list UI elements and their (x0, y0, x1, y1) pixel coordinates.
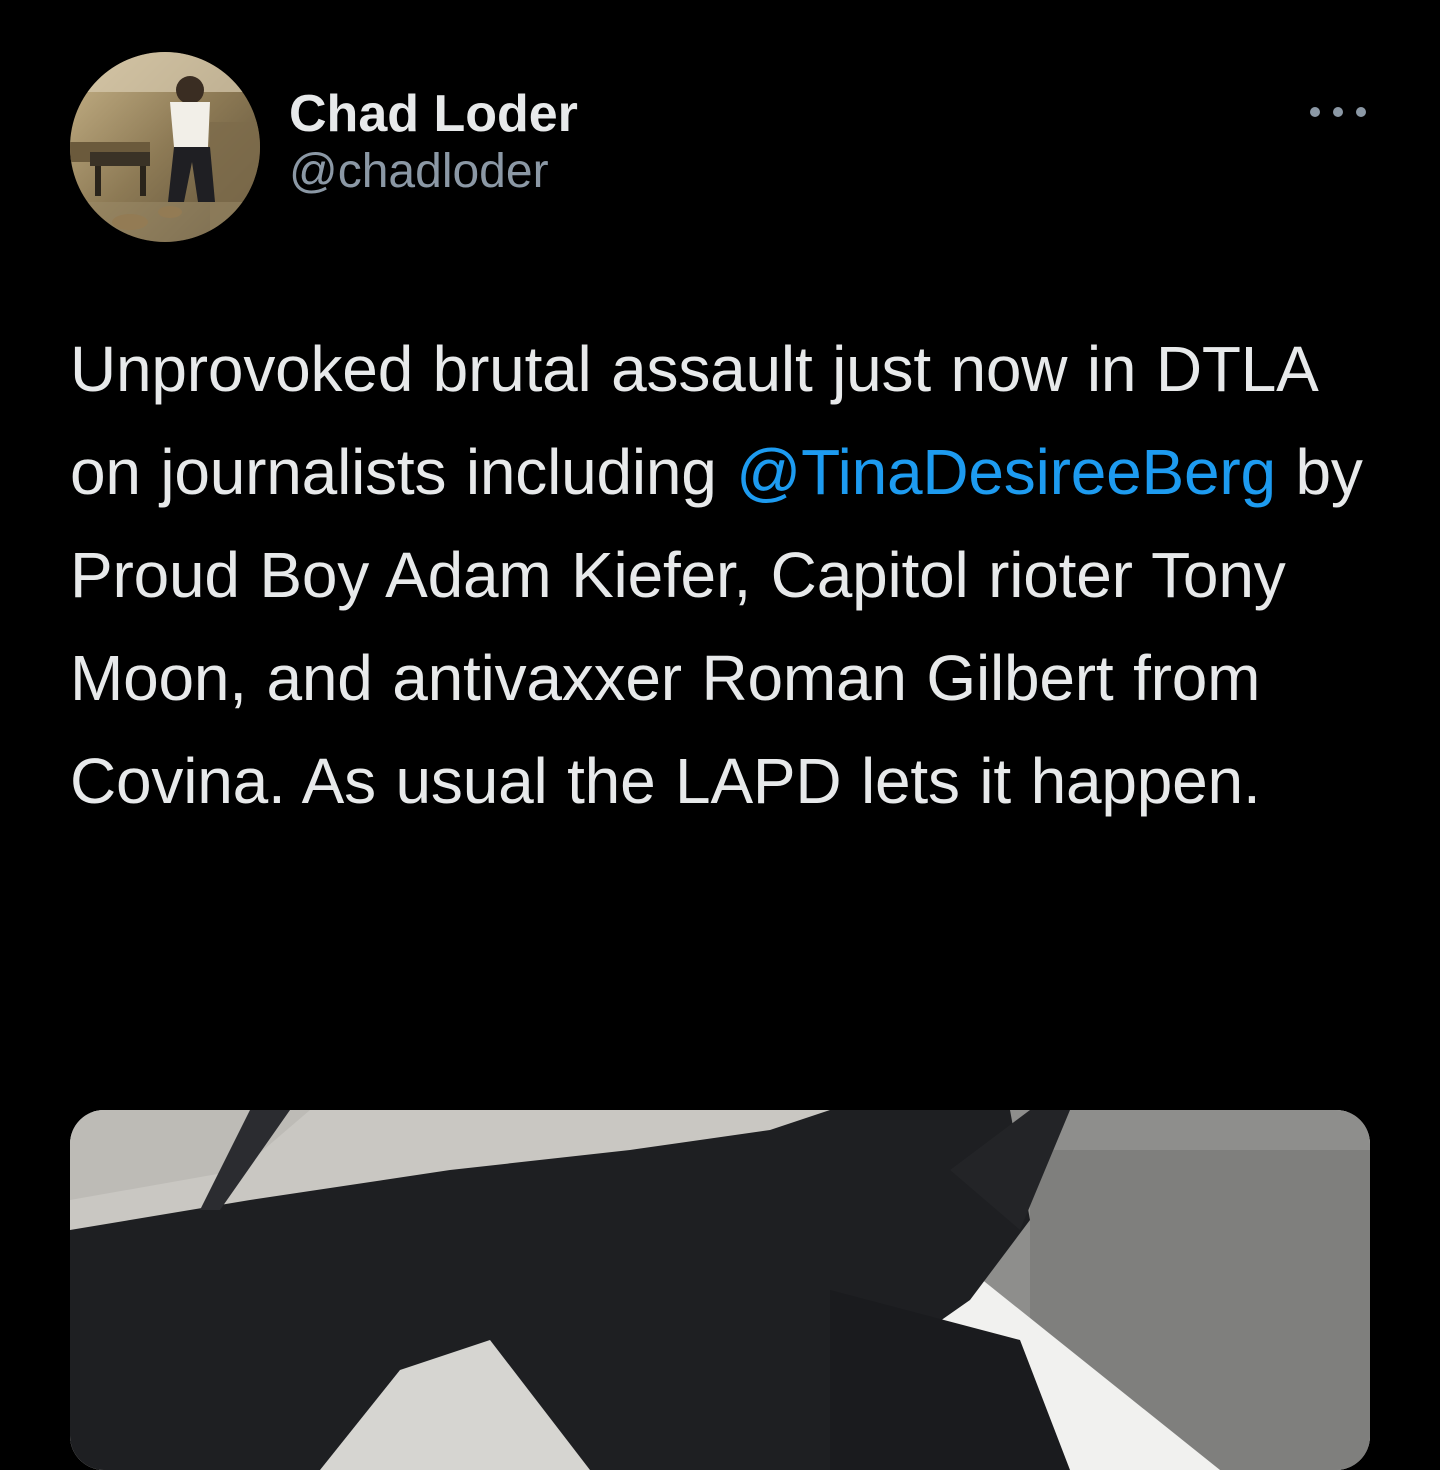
author-display-name[interactable]: Chad Loder (289, 82, 578, 146)
mention-link[interactable]: @TinaDesireeBerg (736, 436, 1276, 508)
more-dot (1333, 107, 1343, 117)
tweet-header: Chad Loder @chadloder (70, 52, 1370, 244)
more-dot (1310, 107, 1320, 117)
more-horizontal-icon[interactable] (1310, 100, 1366, 124)
tweet-media-video[interactable] (70, 1110, 1370, 1470)
author-handle[interactable]: @chadloder (289, 142, 578, 202)
tweet: Chad Loder @chadloder Unprovoked brutal … (0, 0, 1440, 1470)
tweet-text: Unprovoked brutal assault just now in DT… (70, 318, 1380, 833)
avatar[interactable] (70, 52, 260, 242)
author-names: Chad Loder @chadloder (289, 82, 578, 202)
video-frame (70, 1110, 1370, 1470)
more-dot (1356, 107, 1366, 117)
avatar-photo (70, 52, 260, 242)
